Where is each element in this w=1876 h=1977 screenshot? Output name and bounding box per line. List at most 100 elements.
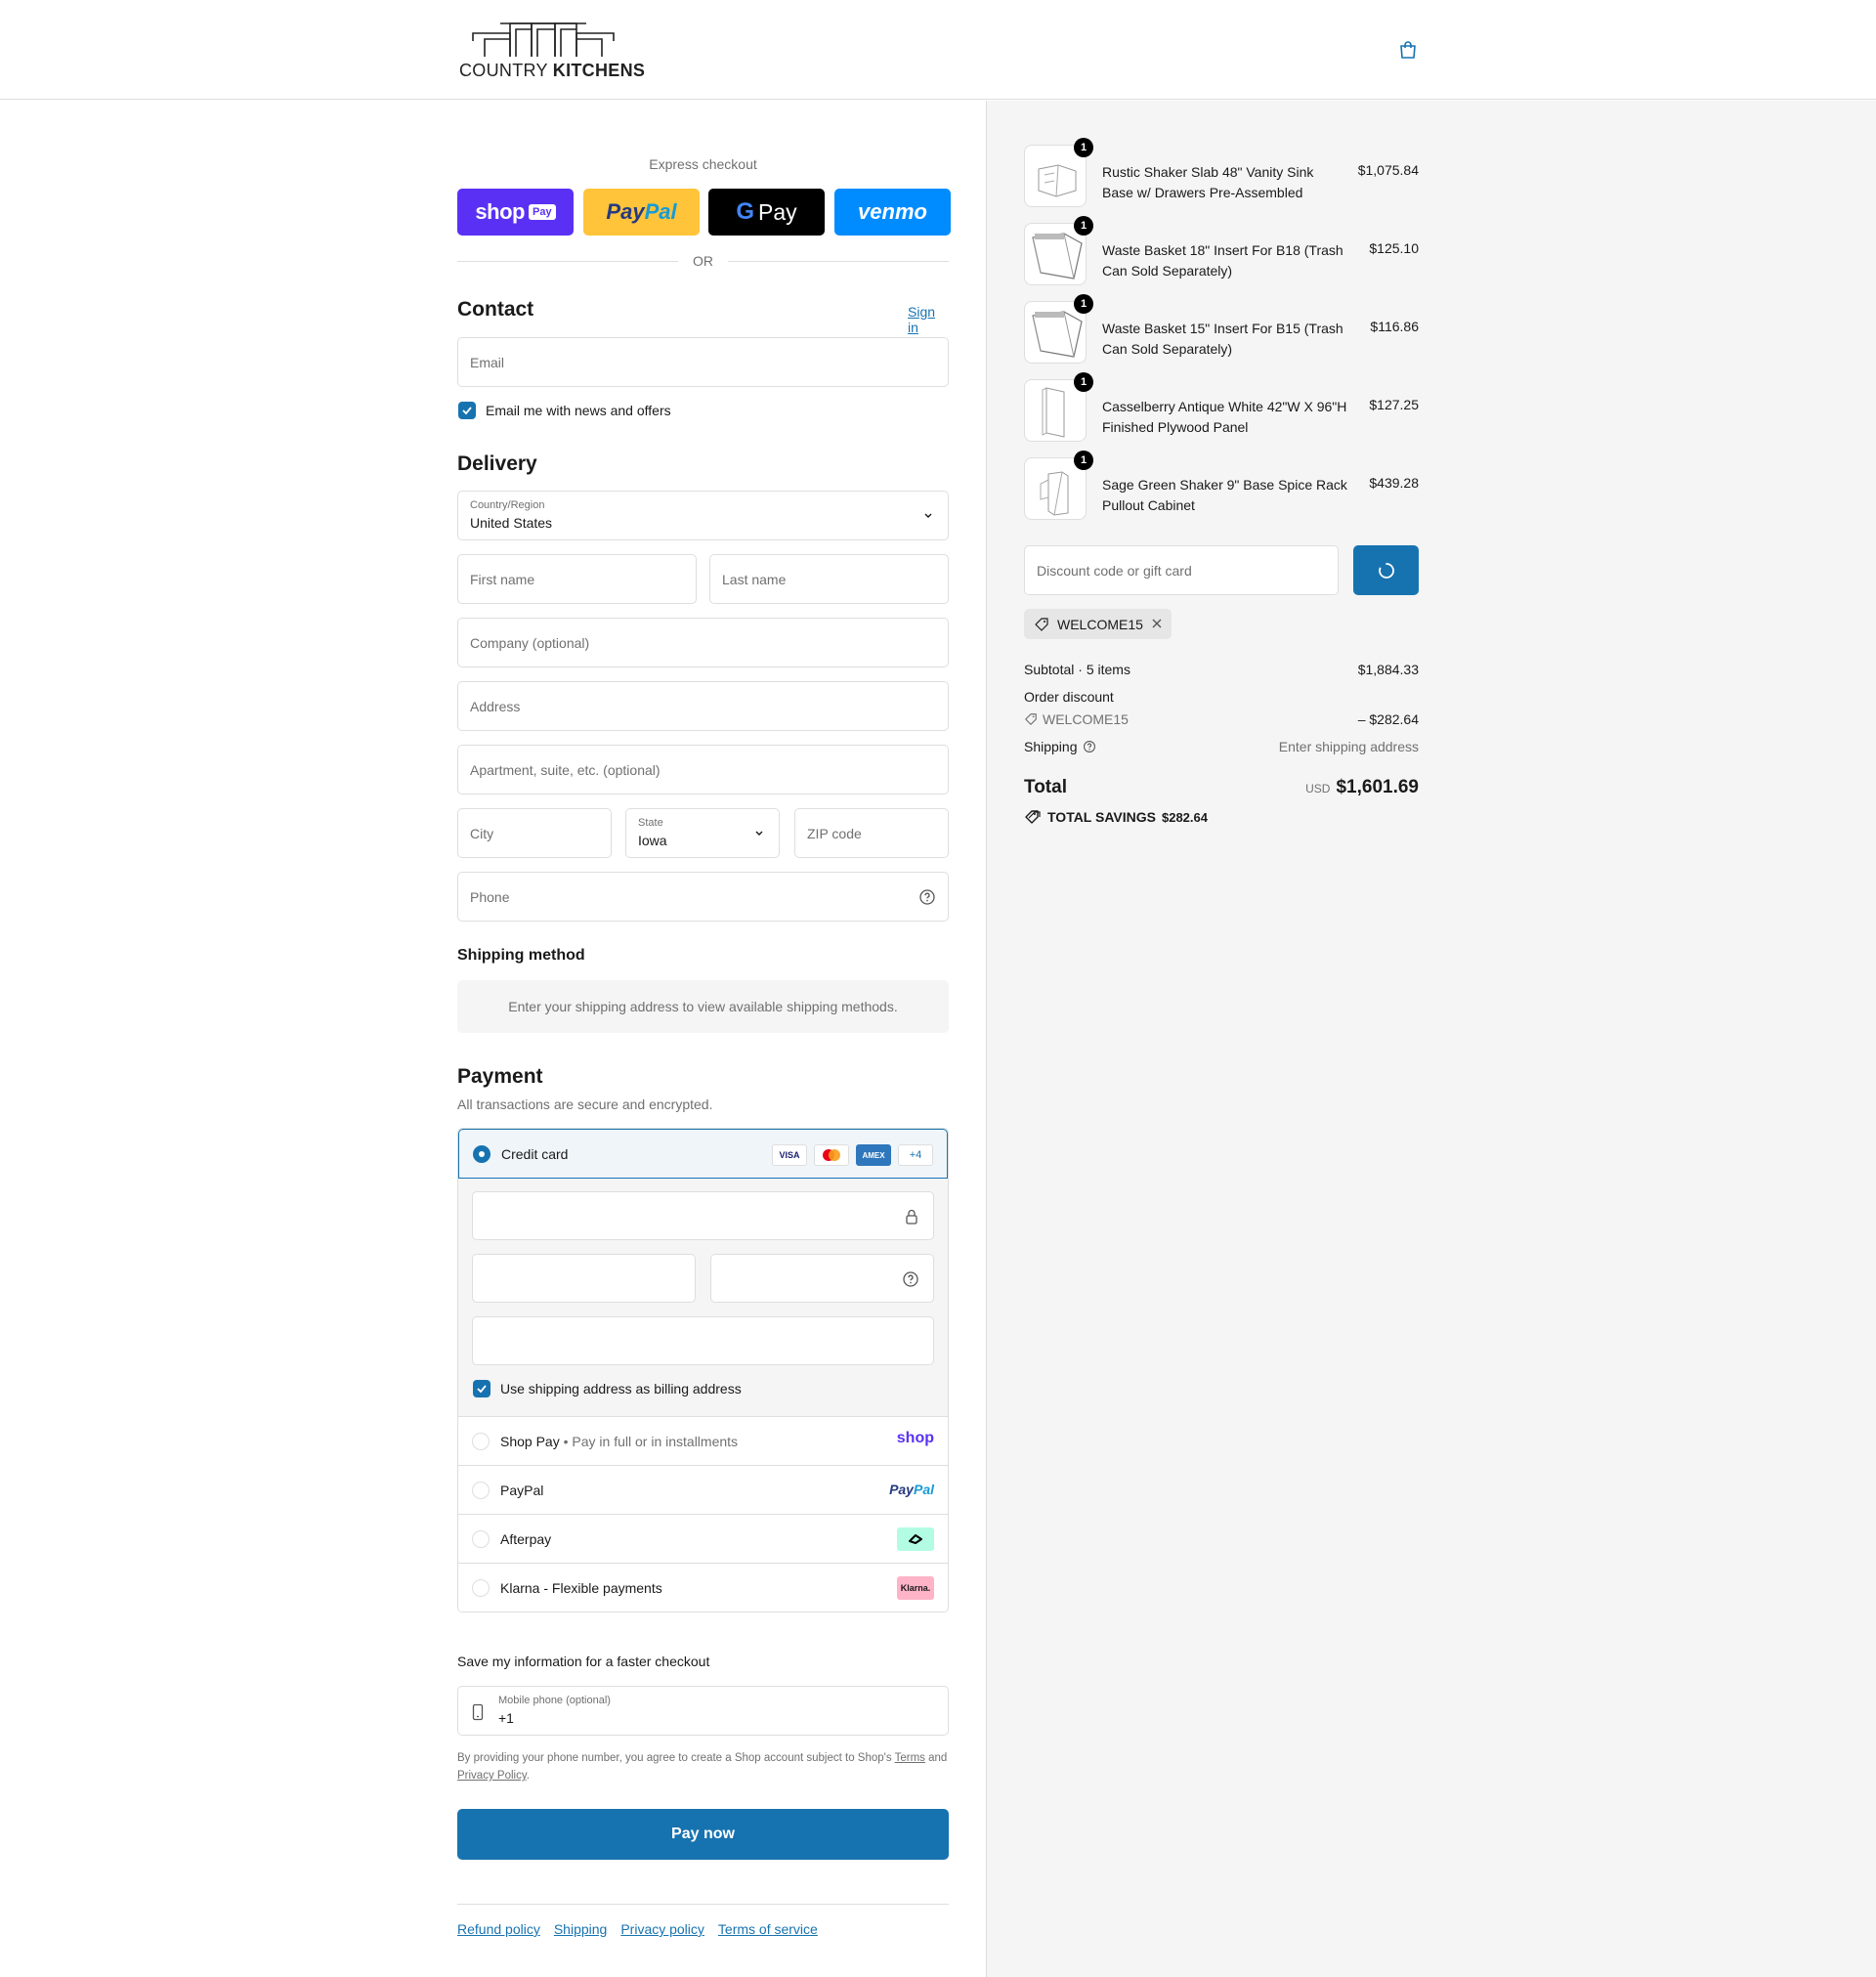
tag-icon <box>1025 713 1037 725</box>
pay-now-button[interactable]: Pay now <box>457 1809 949 1860</box>
afterpay-logo-icon <box>897 1527 934 1551</box>
logo-text: COUNTRY KITCHENS <box>459 61 646 80</box>
discount-code-field[interactable]: Discount code or gift card <box>1024 545 1339 595</box>
billing-same-checkbox[interactable] <box>473 1380 490 1397</box>
state-label: State <box>638 817 663 829</box>
refund-policy-link[interactable]: Refund policy <box>457 1921 540 1937</box>
billing-same-label: Use shipping address as billing address <box>500 1381 742 1397</box>
visa-icon: VISA <box>772 1144 807 1166</box>
address-field[interactable]: Address <box>457 681 949 731</box>
help-circle-icon[interactable] <box>902 1270 919 1288</box>
logo-house-icon <box>472 22 615 57</box>
privacy-link[interactable]: Privacy Policy <box>457 1770 527 1782</box>
quantity-badge: 1 <box>1074 451 1093 470</box>
gpay-word: Pay <box>758 198 797 225</box>
state-value: Iowa <box>638 833 667 848</box>
shop-pay-button[interactable]: shop Pay <box>457 189 574 236</box>
terms-link[interactable]: Terms <box>895 1752 925 1764</box>
shipping-row: Shipping Enter shipping address <box>1024 739 1419 754</box>
shop-pay-option[interactable]: Shop Pay • Pay in full or in installment… <box>458 1417 948 1466</box>
zip-field[interactable]: ZIP code <box>794 808 949 858</box>
shipping-policy-link[interactable]: Shipping <box>554 1921 608 1937</box>
klarna-logo: Klarna. <box>897 1576 934 1600</box>
card-expiry-field[interactable] <box>472 1254 696 1303</box>
google-pay-button[interactable]: G Pay <box>708 189 825 236</box>
payment-subtitle: All transactions are secure and encrypte… <box>457 1096 713 1112</box>
phone-field[interactable]: Phone <box>457 872 949 922</box>
credit-card-fields: Use shipping address as billing address <box>458 1179 948 1417</box>
city-field[interactable]: City <box>457 808 612 858</box>
product-thumbnail: 1 <box>1024 451 1093 520</box>
paypal-label: PayPal <box>500 1483 544 1498</box>
address-placeholder: Address <box>470 699 521 714</box>
mobile-value: +1 <box>498 1710 514 1726</box>
chevron-down-icon <box>924 513 932 518</box>
mobile-phone-field[interactable]: Mobile phone (optional) +1 <box>457 1686 949 1736</box>
credit-card-radio[interactable] <box>473 1145 490 1163</box>
cart-item: 1 Sage Green Shaker 9" Base Spice Rack P… <box>1024 451 1419 522</box>
apartment-field[interactable]: Apartment, suite, etc. (optional) <box>457 745 949 795</box>
afterpay-option[interactable]: Afterpay <box>458 1515 948 1564</box>
zip-placeholder: ZIP code <box>807 826 862 841</box>
save-info-title: Save my information for a faster checkou… <box>457 1654 710 1669</box>
card-cvv-field[interactable] <box>710 1254 934 1303</box>
first-name-placeholder: First name <box>470 572 535 587</box>
last-name-field[interactable]: Last name <box>709 554 949 604</box>
discount-value: – $282.64 <box>1357 711 1419 727</box>
venmo-button[interactable]: venmo <box>834 189 951 236</box>
store-logo[interactable]: COUNTRY KITCHENS <box>459 20 645 82</box>
klarna-radio[interactable] <box>472 1579 490 1597</box>
paypal-option[interactable]: PayPal PayPal <box>458 1466 948 1515</box>
help-circle-icon[interactable] <box>918 888 936 906</box>
venmo-word: venmo <box>858 199 927 224</box>
email-field[interactable]: Email <box>457 337 949 387</box>
remove-discount-icon[interactable] <box>1150 617 1164 630</box>
subtotal-label: Subtotal · 5 items <box>1024 662 1130 677</box>
sign-in-link[interactable]: Sign in <box>908 304 949 335</box>
afterpay-radio[interactable] <box>472 1530 490 1548</box>
credit-card-option[interactable]: Credit card VISA AMEX +4 <box>458 1129 948 1179</box>
paypal-logo: PayPal <box>889 1482 934 1497</box>
state-select[interactable]: State Iowa <box>625 808 780 858</box>
shop-pay-radio[interactable] <box>472 1433 490 1450</box>
footer-links: Refund policy Shipping Privacy policy Te… <box>457 1921 818 1937</box>
paypal-radio[interactable] <box>472 1482 490 1499</box>
shipping-method-notice: Enter your shipping address to view avai… <box>457 980 949 1033</box>
payment-methods: Credit card VISA AMEX +4 Use shipping ad… <box>457 1128 949 1612</box>
card-name-field[interactable] <box>472 1316 934 1365</box>
product-thumbnail: 1 <box>1024 294 1093 364</box>
first-name-field[interactable]: First name <box>457 554 697 604</box>
card-number-field[interactable] <box>472 1191 934 1240</box>
paypal-word-pay: Pay <box>606 199 645 224</box>
paypal-word-pal: Pal <box>644 199 677 224</box>
company-field[interactable]: Company (optional) <box>457 618 949 667</box>
paypal-button[interactable]: Pay Pal <box>583 189 700 236</box>
order-discount-label: Order discount <box>1024 689 1114 705</box>
cart-item: 1 Casselberry Antique White 42"W X 96"H … <box>1024 372 1419 444</box>
shop-pay-sub: Pay in full or in installments <box>572 1434 739 1449</box>
more-cards-badge: +4 <box>898 1144 933 1166</box>
newsletter-checkbox[interactable] <box>458 402 476 419</box>
loading-spinner-icon <box>1378 562 1394 579</box>
country-value: United States <box>470 515 553 531</box>
total-label: Total <box>1024 777 1067 797</box>
help-circle-icon[interactable] <box>1083 740 1096 753</box>
apply-discount-button[interactable] <box>1353 545 1419 595</box>
country-select[interactable]: Country/Region United States <box>457 491 949 540</box>
email-placeholder: Email <box>470 355 505 370</box>
klarna-option[interactable]: Klarna - Flexible payments Klarna. <box>458 1564 948 1612</box>
discount-code-label: WELCOME15 <box>1043 711 1129 727</box>
cart-item: 1 Waste Basket 15" Insert For B15 (Trash… <box>1024 294 1419 365</box>
mastercard-icon <box>814 1144 849 1166</box>
city-placeholder: City <box>470 826 494 841</box>
cart-bag-icon[interactable] <box>1397 39 1419 61</box>
footer-divider <box>457 1904 949 1905</box>
quantity-badge: 1 <box>1074 294 1093 314</box>
shop-pay-word: shop <box>475 199 525 224</box>
express-checkout-title: Express checkout <box>649 156 757 172</box>
terms-of-service-link[interactable]: Terms of service <box>718 1921 818 1937</box>
country-label: Country/Region <box>470 499 545 511</box>
privacy-policy-link[interactable]: Privacy policy <box>620 1921 704 1937</box>
applied-discount-chip: WELCOME15 <box>1024 609 1172 639</box>
delivery-title: Delivery <box>457 452 537 475</box>
